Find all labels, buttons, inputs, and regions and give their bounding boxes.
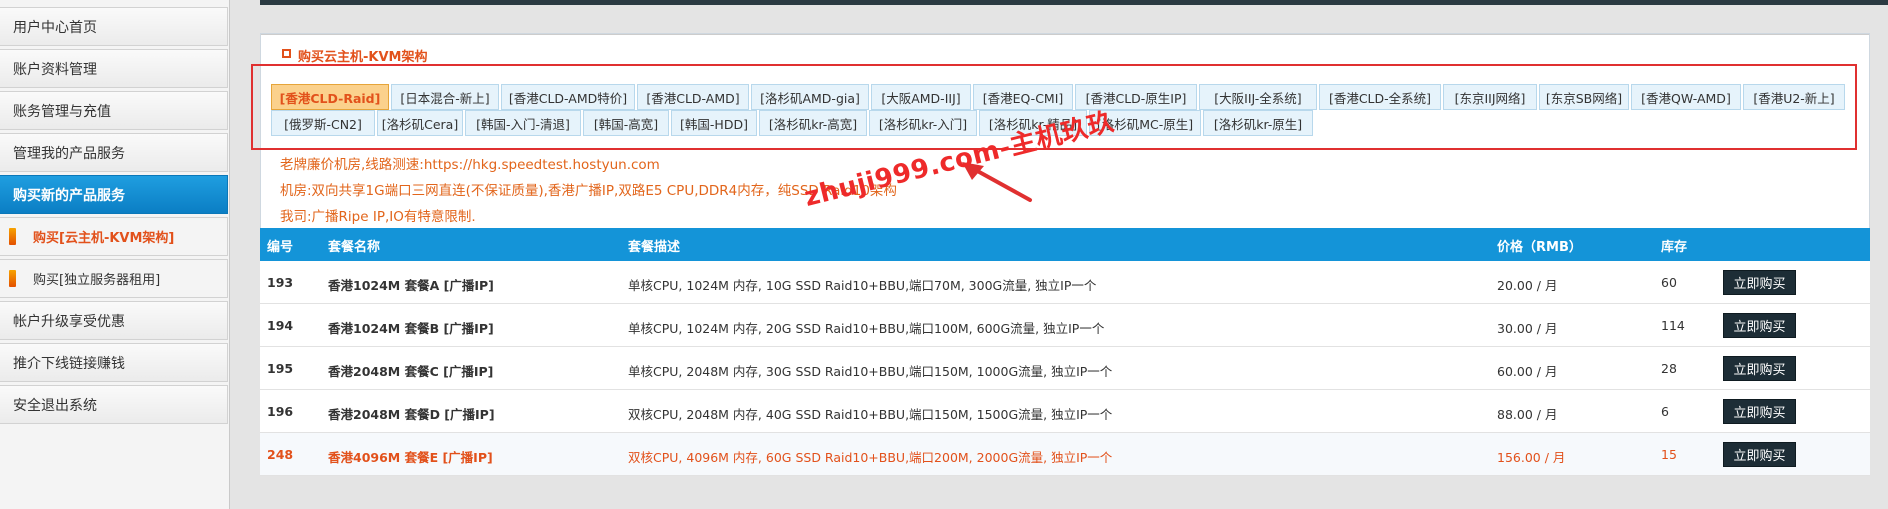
- header-id: 编号: [267, 240, 294, 255]
- sidebar-item-logout[interactable]: 安全退出系统: [0, 385, 228, 424]
- table-row: 194 香港1024M 套餐B [广播IP] 单核CPU, 1024M 内存, …: [260, 304, 1870, 347]
- sidebar-item-label: 购买[云主机-KVM架构]: [33, 231, 175, 246]
- sidebar-item-label: 管理我的产品服务: [13, 145, 125, 162]
- table-header: 编号 套餐名称 套餐描述 价格（RMB） 库存: [260, 228, 1870, 261]
- header-name: 套餐名称: [328, 240, 381, 255]
- cell-id: 195: [267, 361, 294, 376]
- sidebar-item-buy-services[interactable]: 购买新的产品服务: [0, 175, 228, 214]
- panel-title: 购买云主机-KVM架构: [298, 50, 428, 65]
- sidebar-item-profile[interactable]: 账户资料管理: [0, 49, 228, 88]
- square-bullet-icon: [282, 49, 291, 58]
- cell-price: 30.00 / 月: [1497, 321, 1558, 336]
- table-row: 193 香港1024M 套餐A [广播IP] 单核CPU, 1024M 内存, …: [260, 261, 1870, 304]
- cell-id: 248: [267, 447, 294, 462]
- cell-price: 88.00 / 月: [1497, 407, 1558, 422]
- buy-now-button[interactable]: 立即购买: [1723, 399, 1796, 424]
- cell-stock: 6: [1661, 404, 1669, 419]
- buy-now-button[interactable]: 立即购买: [1723, 356, 1796, 381]
- sidebar: 用户中心首页 账户资料管理 账务管理与充值 管理我的产品服务 购买新的产品服务 …: [0, 0, 230, 509]
- notice-ip: 我司:广播Ripe IP,IO有特意限制.: [280, 209, 476, 225]
- sidebar-item-label: 帐户升级享受优惠: [13, 313, 125, 330]
- orange-bar-icon: [9, 228, 16, 245]
- cell-id: 193: [267, 275, 294, 290]
- sidebar-subitem-buy-dedicated[interactable]: 购买[独立服务器租用]: [0, 259, 228, 298]
- sidebar-item-referral[interactable]: 推介下线链接赚钱: [0, 343, 228, 382]
- sidebar-item-upgrade[interactable]: 帐户升级享受优惠: [0, 301, 228, 340]
- sidebar-item-my-services[interactable]: 管理我的产品服务: [0, 133, 228, 172]
- sidebar-item-label: 购买[独立服务器租用]: [33, 273, 161, 288]
- orange-bar-icon: [9, 270, 16, 287]
- cell-stock: 28: [1661, 361, 1677, 376]
- cell-price: 60.00 / 月: [1497, 364, 1558, 379]
- sidebar-subitem-buy-kvm[interactable]: 购买[云主机-KVM架构]: [0, 217, 228, 256]
- top-strip: [260, 0, 1888, 5]
- cell-desc: 单核CPU, 2048M 内存, 30G SSD Raid10+BBU,端口15…: [628, 364, 1113, 379]
- cell-name: 香港4096M 套餐E [广播IP]: [328, 450, 493, 465]
- notice-speedtest: 老牌廉价机房,线路测速:https://hkg.speedtest.hostyu…: [280, 157, 660, 173]
- header-stock: 库存: [1661, 240, 1688, 255]
- cell-name: 香港1024M 套餐B [广播IP]: [328, 321, 494, 336]
- cell-desc: 双核CPU, 2048M 内存, 40G SSD Raid10+BBU,端口15…: [628, 407, 1113, 422]
- table-row: 195 香港2048M 套餐C [广播IP] 单核CPU, 2048M 内存, …: [260, 347, 1870, 390]
- cell-price: 156.00 / 月: [1497, 450, 1566, 465]
- table-row: 248 香港4096M 套餐E [广播IP] 双核CPU, 4096M 内存, …: [260, 433, 1870, 476]
- sidebar-item-label: 账户资料管理: [13, 61, 97, 78]
- table-row: 196 香港2048M 套餐D [广播IP] 双核CPU, 2048M 内存, …: [260, 390, 1870, 433]
- sidebar-item-billing[interactable]: 账务管理与充值: [0, 91, 228, 130]
- header-desc: 套餐描述: [628, 240, 681, 255]
- cell-id: 194: [267, 318, 294, 333]
- cell-name: 香港2048M 套餐D [广播IP]: [328, 407, 495, 422]
- sidebar-item-label: 推介下线链接赚钱: [13, 355, 125, 372]
- cell-name: 香港2048M 套餐C [广播IP]: [328, 364, 494, 379]
- sidebar-item-label: 账务管理与充值: [13, 103, 111, 120]
- cell-id: 196: [267, 404, 294, 419]
- buy-now-button[interactable]: 立即购买: [1723, 313, 1796, 338]
- cell-stock: 60: [1661, 275, 1677, 290]
- cell-price: 20.00 / 月: [1497, 278, 1558, 293]
- cell-stock: 114: [1661, 318, 1685, 333]
- cell-stock: 15: [1661, 447, 1677, 462]
- buy-now-button[interactable]: 立即购买: [1723, 442, 1796, 467]
- panel-header: 购买云主机-KVM架构: [261, 34, 1869, 65]
- cell-desc: 单核CPU, 1024M 内存, 10G SSD Raid10+BBU,端口70…: [628, 278, 1097, 293]
- sidebar-item-label: 用户中心首页: [13, 19, 97, 36]
- header-price: 价格（RMB）: [1497, 240, 1582, 255]
- cell-desc: 单核CPU, 1024M 内存, 20G SSD Raid10+BBU,端口10…: [628, 321, 1105, 336]
- sidebar-item-home[interactable]: 用户中心首页: [0, 7, 228, 46]
- cell-desc: 双核CPU, 4096M 内存, 60G SSD Raid10+BBU,端口20…: [628, 450, 1113, 465]
- sidebar-item-label: 安全退出系统: [13, 397, 97, 414]
- sidebar-item-label: 购买新的产品服务: [13, 187, 125, 204]
- buy-now-button[interactable]: 立即购买: [1723, 270, 1796, 295]
- cell-name: 香港1024M 套餐A [广播IP]: [328, 278, 494, 293]
